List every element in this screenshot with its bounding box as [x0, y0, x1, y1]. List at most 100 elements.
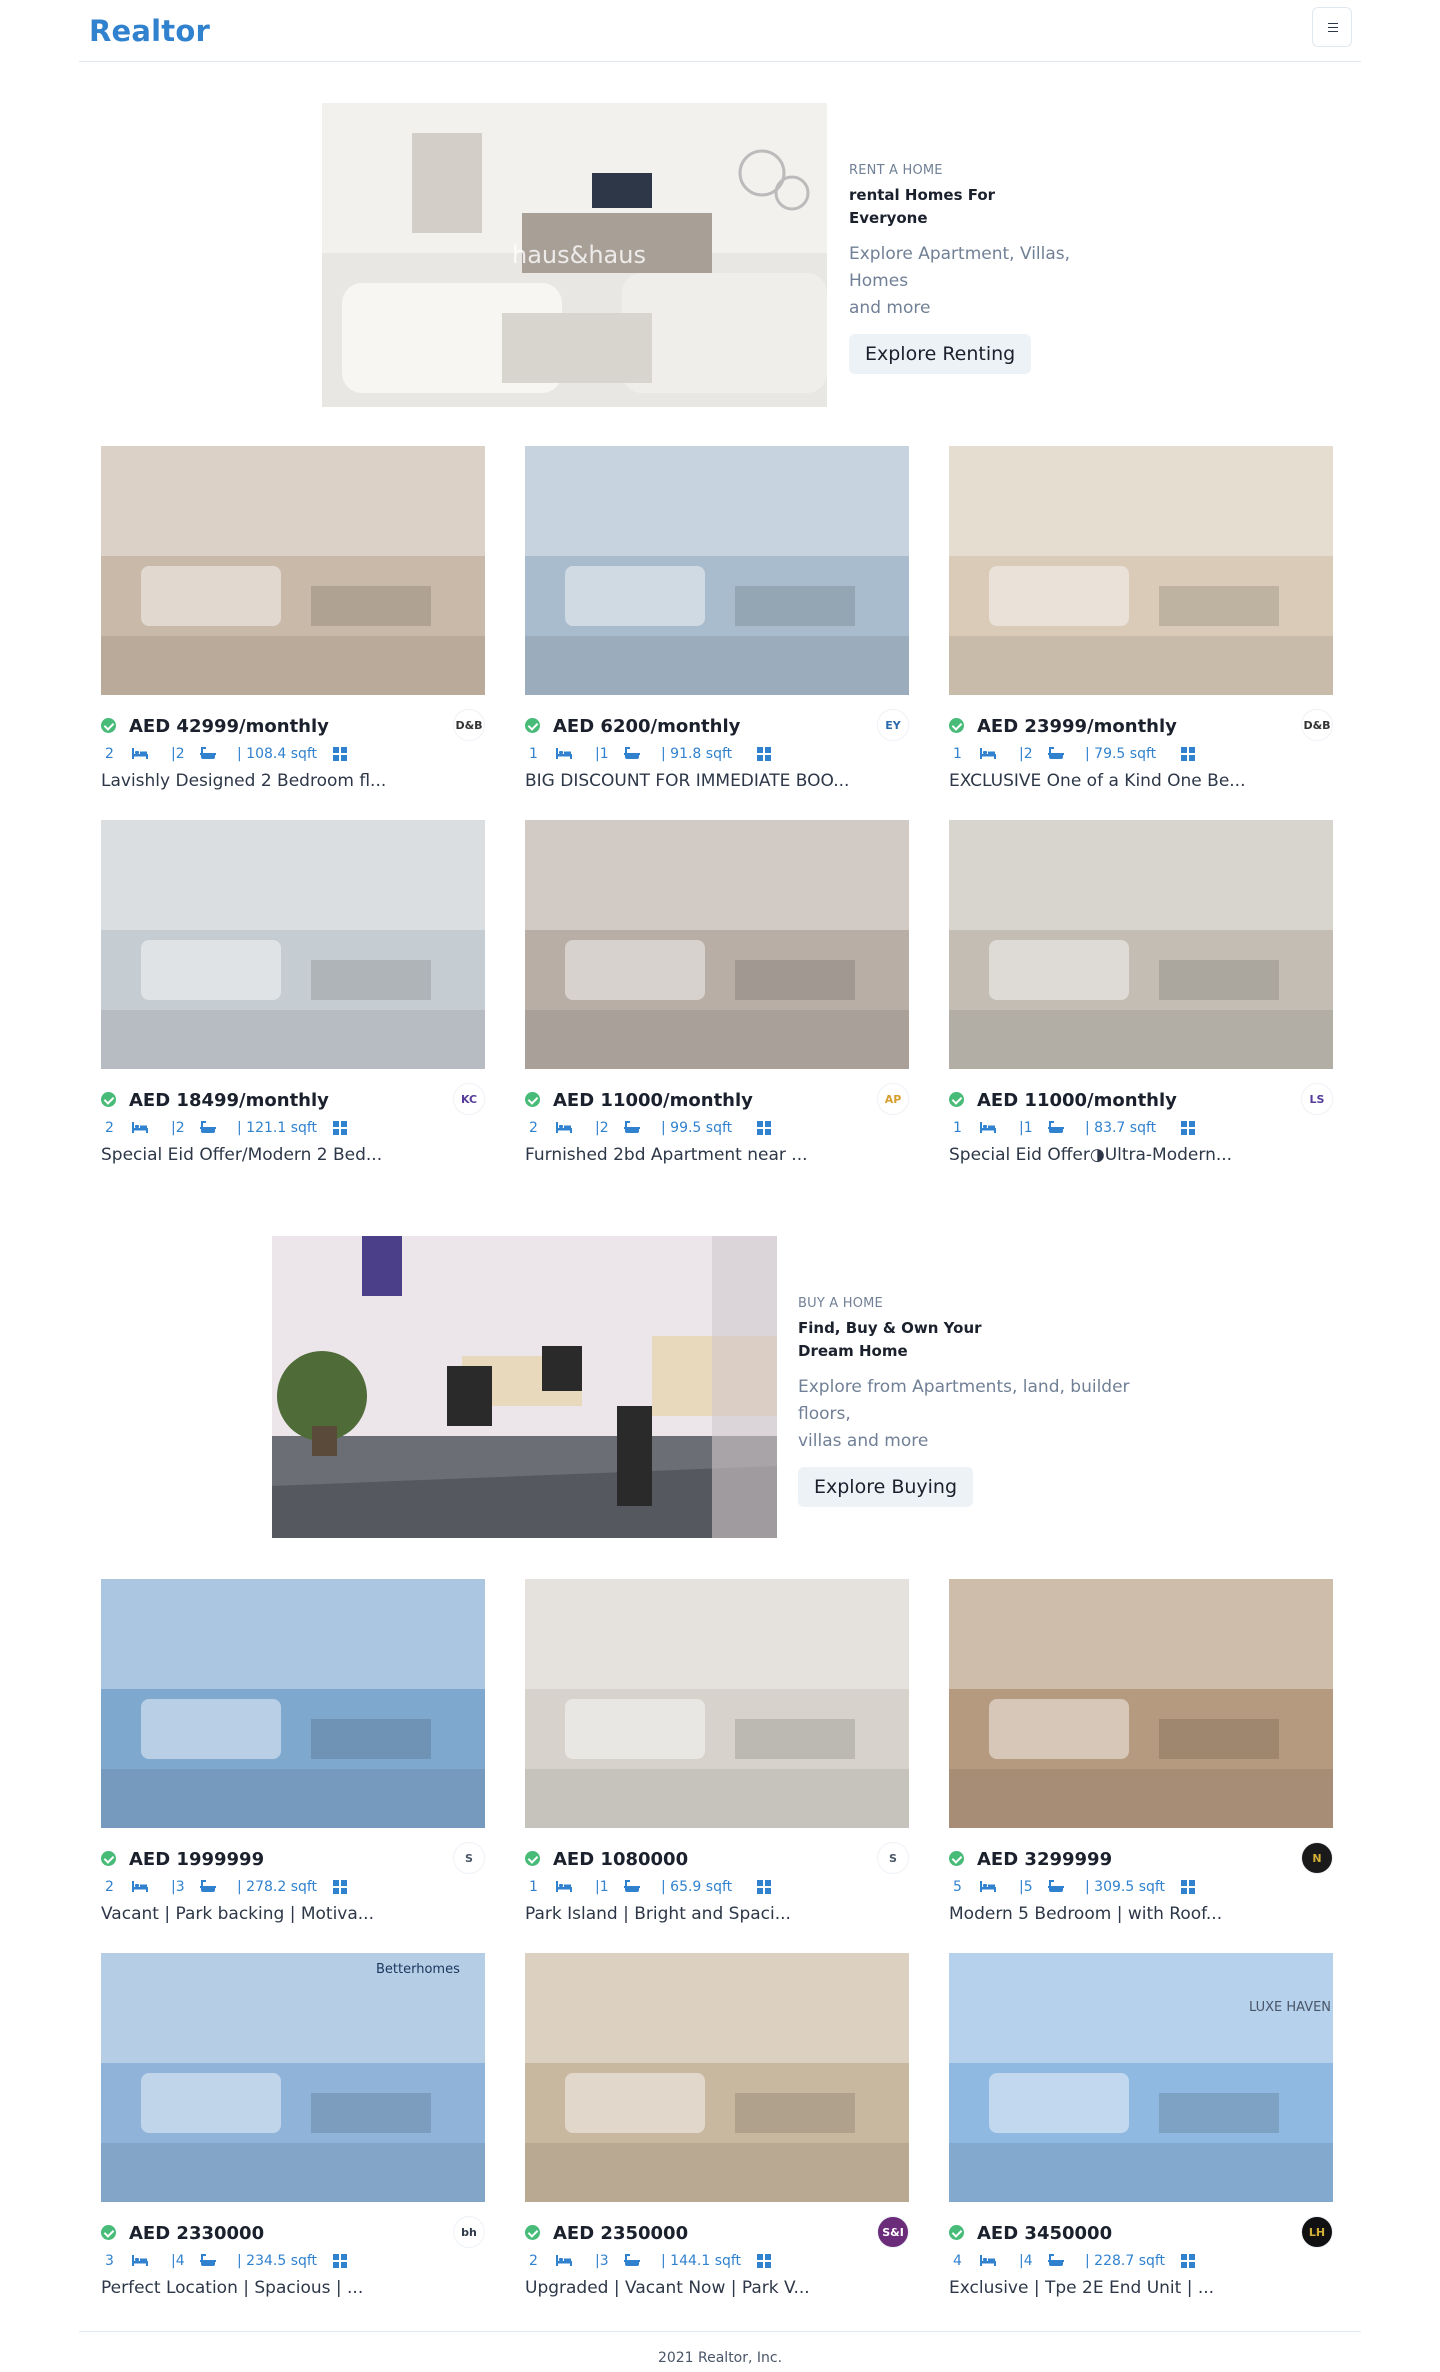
agency-logo[interactable]: bh [453, 2216, 485, 2248]
agency-logo[interactable]: D&B [1301, 709, 1333, 741]
listing-price: AED 18499/monthly [129, 1090, 329, 1111]
area-value: | 309.5 sqft [1085, 1879, 1166, 1895]
listing-photo[interactable] [101, 1579, 485, 1828]
listing-card[interactable]: AED 23999/monthly D&B 1 |2 | 79.5 sqft EXCLUS… [949, 446, 1333, 806]
listing-card[interactable]: AED 3299999 N 5 |5 | 309.5 sqft Modern 5 Bedr… [949, 1579, 1333, 1939]
listing-photo[interactable] [949, 1579, 1333, 1828]
bath-icon [1048, 747, 1064, 759]
listing-title[interactable]: Park Island | Bright and Spaci... [525, 1904, 909, 1924]
rent-banner-desc-line2: and more [849, 298, 931, 318]
baths-count: |1 [595, 746, 609, 762]
listing-photo[interactable] [101, 446, 485, 695]
bath-icon [624, 1880, 640, 1892]
area-value: | 79.5 sqft [1085, 746, 1157, 762]
bath-icon [1048, 1121, 1064, 1133]
area-value: | 91.8 sqft [661, 746, 733, 762]
listing-card[interactable]: AED 1080000 S 1 |1 | 65.9 sqft Park Island | … [525, 1579, 909, 1939]
area-grid-icon [1181, 1121, 1197, 1135]
verified-check-icon [949, 2225, 964, 2240]
listing-card[interactable]: LUXE HAVEN AED 3450000 LH 4 |4 | 228.7 sqft Ex… [949, 1953, 1333, 2313]
buy-banner-title-line2: Dream Home [798, 1342, 908, 1360]
area-value: | 99.5 sqft [661, 1120, 733, 1136]
listing-card[interactable]: AED 18499/monthly KC 2 |2 | 121.1 sqft Specia… [101, 820, 485, 1180]
area-value: | 83.7 sqft [1085, 1120, 1157, 1136]
agency-logo[interactable]: KC [453, 1083, 485, 1115]
listing-card[interactable]: AED 42999/monthly D&B 2 |2 | 108.4 sqft Lavis… [101, 446, 485, 806]
agency-logo[interactable]: EY [877, 709, 909, 741]
listing-title[interactable]: BIG DISCOUNT FOR IMMEDIATE BOO... [525, 771, 909, 791]
listing-title[interactable]: Special Eid Offer/Modern 2 Bed... [101, 1145, 485, 1165]
rent-banner-image: haus&haus [322, 103, 827, 407]
listing-title[interactable]: Vacant | Park backing | Motiva... [101, 1904, 485, 1924]
listing-title[interactable]: EXCLUSIVE One of a Kind One Be... [949, 771, 1333, 791]
buy-banner-title: Find, Buy & Own Your Dream Home [798, 1317, 1178, 1363]
price-row: AED 2350000 S&I [525, 2216, 909, 2248]
listing-photo[interactable] [525, 1953, 909, 2202]
agency-logo[interactable]: D&B [453, 709, 485, 741]
listing-card[interactable]: AED 1999999 S 2 |3 | 278.2 sqft Vacant | Park… [101, 1579, 485, 1939]
bath-icon [624, 2254, 640, 2266]
verified-check-icon [101, 718, 116, 733]
listing-price: AED 3299999 [977, 1849, 1113, 1870]
rent-banner-kicker: RENT A HOME [849, 163, 943, 178]
buy-banner-text: BUY A HOME Find, Buy & Own Your Dream Ho… [798, 1296, 1178, 1507]
baths-count: |2 [171, 746, 185, 762]
bed-icon [132, 1881, 148, 1892]
listing-photo[interactable] [949, 446, 1333, 695]
footer-divider [79, 2331, 1361, 2332]
rent-banner: haus&haus RENT A HOME rental Homes For E… [322, 103, 1122, 407]
bath-icon [200, 2254, 216, 2266]
listing-photo[interactable] [101, 820, 485, 1069]
rooms-count: 2 [105, 1879, 114, 1895]
rent-banner-watermark: haus&haus [512, 241, 646, 269]
agency-logo[interactable]: LS [1301, 1083, 1333, 1115]
listing-card[interactable]: Betterhomes AED 2330000 bh 3 |4 | 234.5 sqft P… [101, 1953, 485, 2313]
baths-count: |5 [1019, 1879, 1033, 1895]
rooms-count: 2 [529, 1120, 538, 1136]
listing-title[interactable]: Modern 5 Bedroom | with Roof... [949, 1904, 1333, 1924]
menu-button[interactable] [1312, 7, 1352, 47]
agency-logo[interactable]: S [453, 1842, 485, 1874]
area-grid-icon [757, 747, 773, 761]
listing-photo[interactable]: Betterhomes [101, 1953, 485, 2202]
listing-card[interactable]: AED 6200/monthly EY 1 |1 | 91.8 sqft BIG DISC… [525, 446, 909, 806]
listing-photo[interactable] [525, 1579, 909, 1828]
agency-logo[interactable]: AP [877, 1083, 909, 1115]
listing-card[interactable]: AED 11000/monthly AP 2 |2 | 99.5 sqft Furnish… [525, 820, 909, 1180]
agency-logo[interactable]: S&I [877, 2216, 909, 2248]
rent-banner-title-line2: Everyone [849, 209, 928, 227]
rooms-count: 1 [529, 1879, 538, 1895]
listing-title[interactable]: Special Eid Offer◑Ultra-Modern... [949, 1145, 1333, 1165]
listing-title[interactable]: Upgraded | Vacant Now | Park V... [525, 2278, 909, 2298]
bath-icon [200, 747, 216, 759]
agency-logo[interactable]: S [877, 1842, 909, 1874]
area-value: | 144.1 sqft [661, 2253, 742, 2269]
explore-buying-button[interactable]: Explore Buying [798, 1467, 974, 1507]
price-row: AED 3299999 N [949, 1842, 1333, 1874]
verified-check-icon [101, 1851, 116, 1866]
listing-price: AED 11000/monthly [553, 1090, 753, 1111]
bath-icon [200, 1121, 216, 1133]
listing-photo[interactable]: LUXE HAVEN [949, 1953, 1333, 2202]
listing-card[interactable]: AED 11000/monthly LS 1 |1 | 83.7 sqft Special… [949, 820, 1333, 1180]
explore-renting-button[interactable]: Explore Renting [849, 334, 1032, 374]
listing-title[interactable]: Lavishly Designed 2 Bedroom fl... [101, 771, 485, 791]
agency-logo[interactable]: N [1301, 1842, 1333, 1874]
listing-title[interactable]: Perfect Location | Spacious | ... [101, 2278, 485, 2298]
verified-check-icon [525, 2225, 540, 2240]
area-value: | 234.5 sqft [237, 2253, 318, 2269]
bed-icon [980, 1881, 996, 1892]
listing-photo[interactable] [949, 820, 1333, 1069]
buy-banner-image [272, 1236, 777, 1538]
verified-check-icon [525, 718, 540, 733]
listing-photo[interactable] [525, 446, 909, 695]
listing-title[interactable]: Furnished 2bd Apartment near ... [525, 1145, 909, 1165]
listing-photo[interactable] [525, 820, 909, 1069]
listing-price: AED 1080000 [553, 1849, 689, 1870]
site-logo[interactable]: Realtor [89, 14, 210, 48]
bath-icon [624, 1121, 640, 1133]
area-grid-icon [1181, 1880, 1197, 1894]
listing-card[interactable]: AED 2350000 S&I 2 |3 | 144.1 sqft Upgraded | … [525, 1953, 909, 2313]
listing-title[interactable]: Exclusive | Tpe 2E End Unit | ... [949, 2278, 1333, 2298]
agency-logo[interactable]: LH [1301, 2216, 1333, 2248]
